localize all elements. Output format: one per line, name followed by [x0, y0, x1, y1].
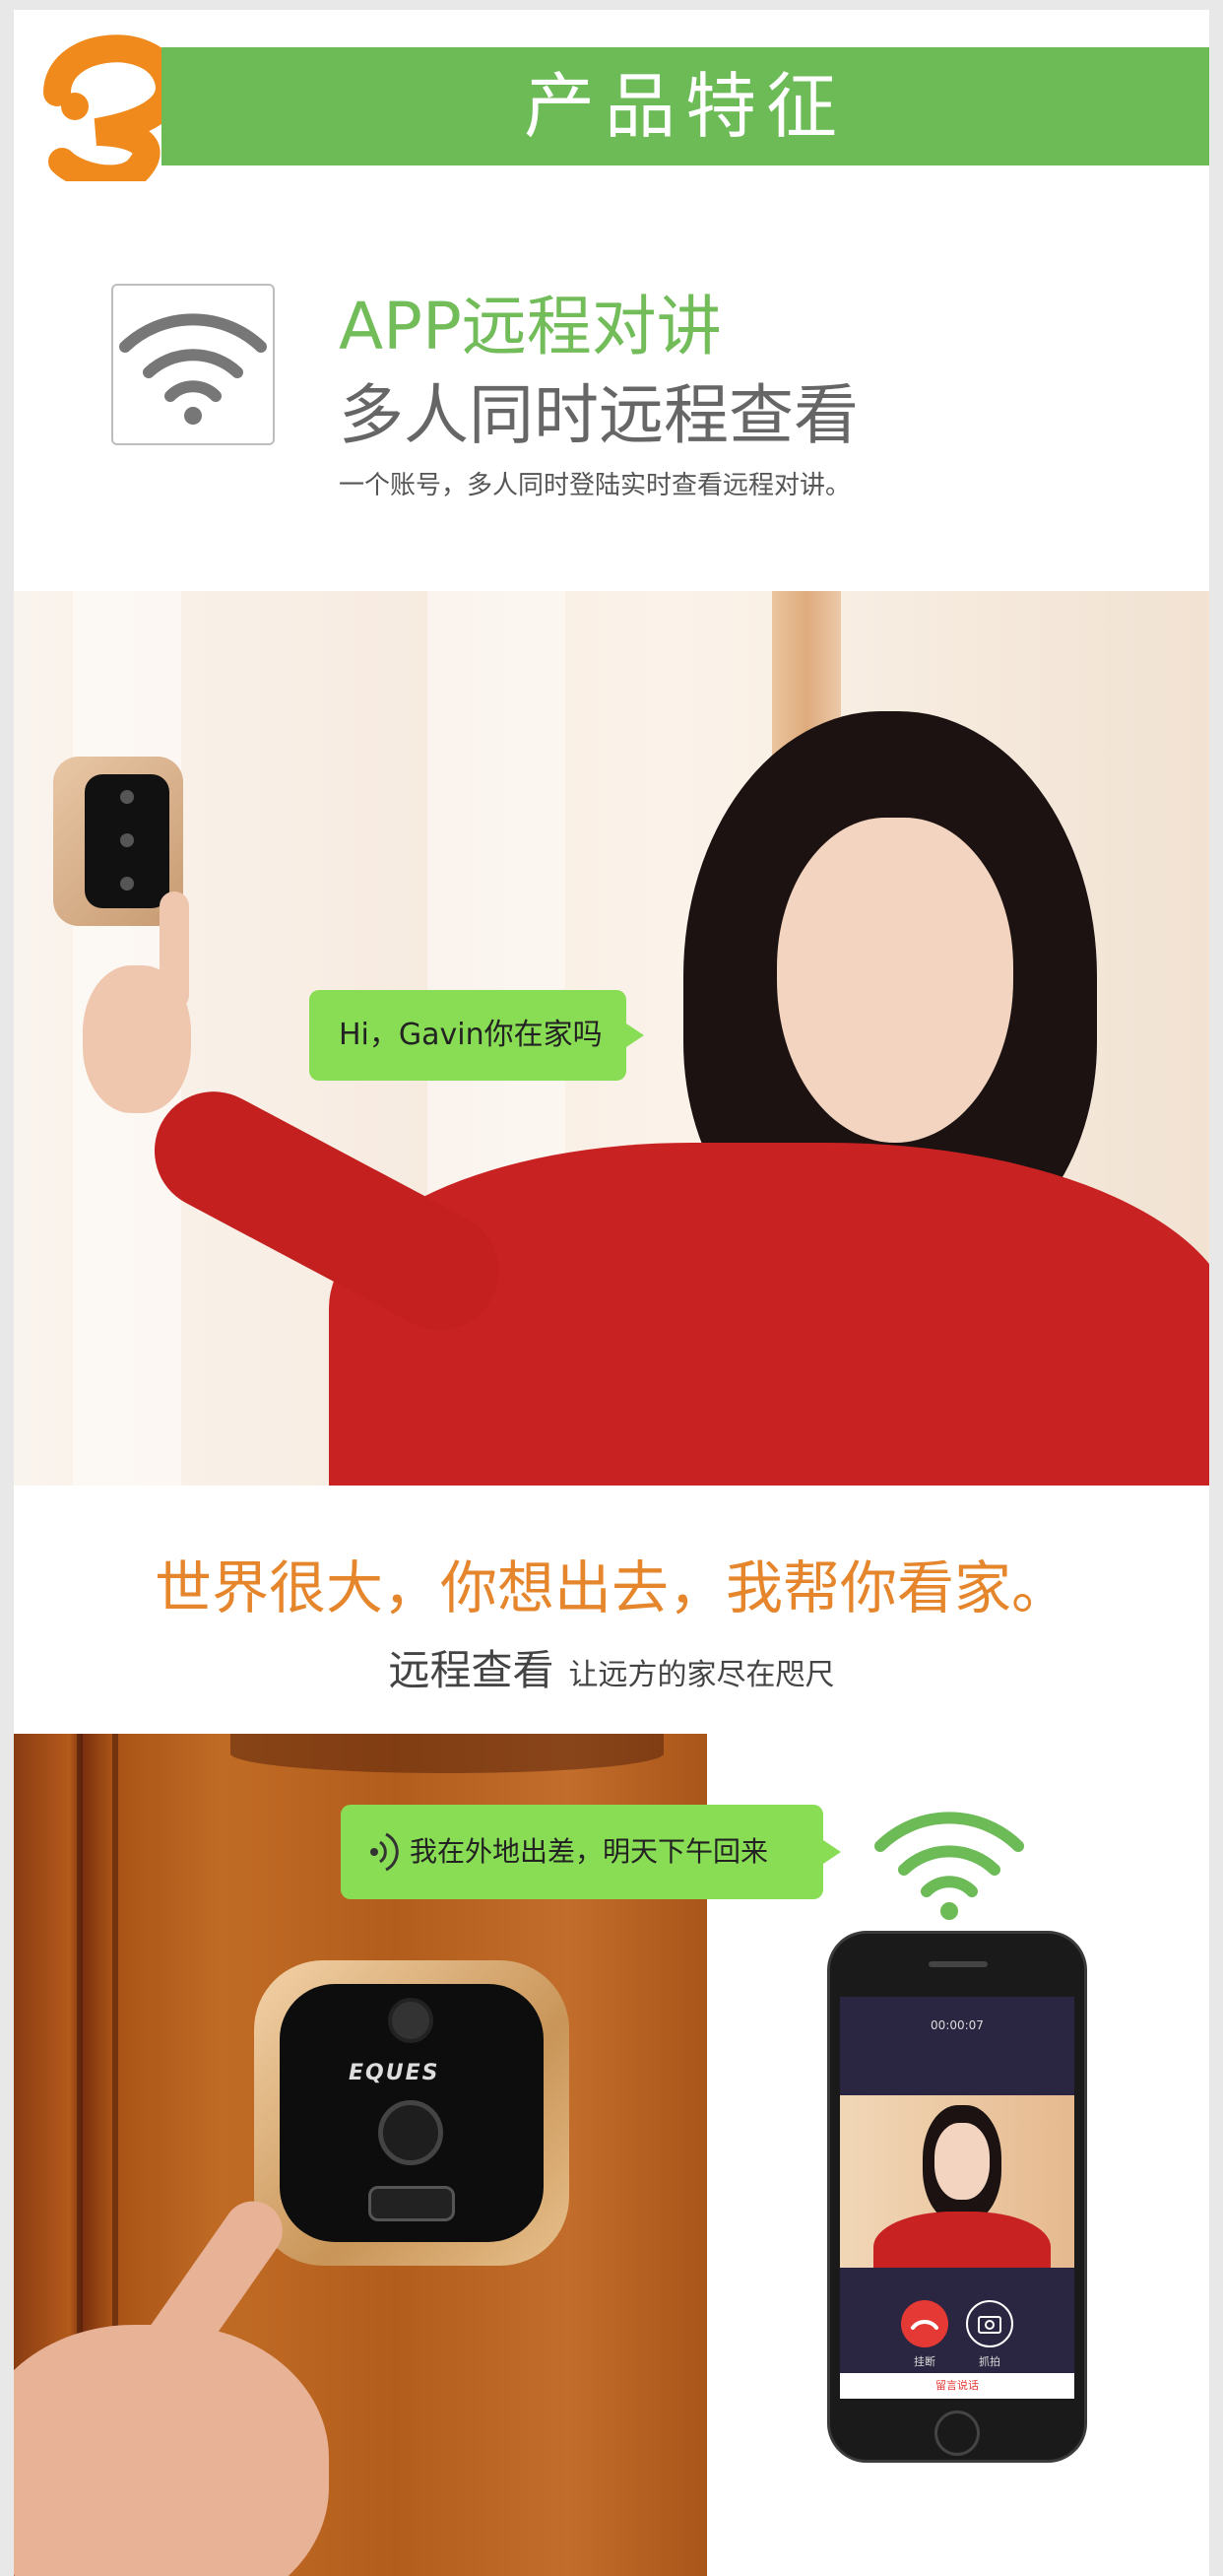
- camera-icon: [978, 2316, 1001, 2334]
- snapshot-label: 抓拍: [979, 2355, 1000, 2368]
- remote-view-title: 远程查看: [388, 1646, 554, 1694]
- slogan-headline: 世界很大，你想出去，我帮你看家。: [154, 1554, 1068, 1621]
- remote-view-row: 远程查看 让远方的家尽在咫尺: [14, 1637, 1209, 1697]
- device-screen: [85, 774, 169, 908]
- camera-dot: [120, 790, 134, 804]
- wifi-icon-box: [111, 284, 275, 445]
- feature-title: APP远程对讲: [339, 289, 722, 364]
- smartphone: 00:00:07 挂断 抓拍 留言说话: [827, 1931, 1087, 2463]
- caller-body: [873, 2212, 1051, 2268]
- reply-bubble: 我在外地出差，明天下午回来: [341, 1805, 841, 1899]
- wifi-icon: [874, 1812, 1024, 1920]
- caller-face: [934, 2123, 990, 2200]
- reply-text: 我在外地出差，明天下午回来: [410, 1835, 769, 1868]
- button-dot: [120, 877, 134, 891]
- feature-subtitle: 多人同时远程查看: [339, 377, 859, 453]
- woman-doorbell-photo: Hi，Gavin你在家吗: [14, 591, 1209, 1486]
- video-feed: [840, 2095, 1074, 2268]
- voice-message-button[interactable]: 留言说话: [840, 2373, 1074, 2399]
- call-timer: 00:00:07: [931, 2018, 984, 2032]
- lens-icon: [378, 2100, 443, 2165]
- camera-icon: [388, 1998, 433, 2043]
- woman-hand: [83, 965, 191, 1113]
- doorbell-button: [368, 2186, 455, 2221]
- voice-icon: [370, 1832, 399, 1872]
- phone-hangup-icon: [911, 2320, 938, 2330]
- lens-dot: [120, 833, 134, 847]
- door-arch: [230, 1734, 664, 1773]
- hangup-label: 挂断: [914, 2355, 935, 2368]
- device-screen: EQUES: [280, 1984, 544, 2242]
- woman-face: [777, 818, 1013, 1143]
- section-banner: 产品特征: [161, 47, 1209, 165]
- wifi-icon: [119, 313, 267, 425]
- visitor-hand: [14, 2325, 329, 2576]
- peephole-device: EQUES: [254, 1960, 569, 2266]
- remote-view-description: 让远方的家尽在咫尺: [568, 1658, 835, 1692]
- call-screen: 00:00:07 挂断 抓拍 留言说话: [840, 1997, 1074, 2399]
- device-brand: EQUES: [349, 2061, 440, 2085]
- feature-description: 一个账号，多人同时登陆实时查看远程对讲。: [339, 471, 852, 500]
- greeting-bubble: Hi，Gavin你在家吗: [309, 990, 644, 1081]
- product-page: 产品特征 APP远程对讲 多人同时远程查看 一个账号，多人同时登陆实时查看远程对…: [14, 10, 1209, 2576]
- hangup-button[interactable]: [901, 2300, 948, 2347]
- snapshot-button[interactable]: [966, 2300, 1013, 2347]
- phone-speaker: [929, 1961, 988, 1967]
- banner-title: 产品特征: [523, 65, 847, 148]
- home-button: [934, 2411, 980, 2456]
